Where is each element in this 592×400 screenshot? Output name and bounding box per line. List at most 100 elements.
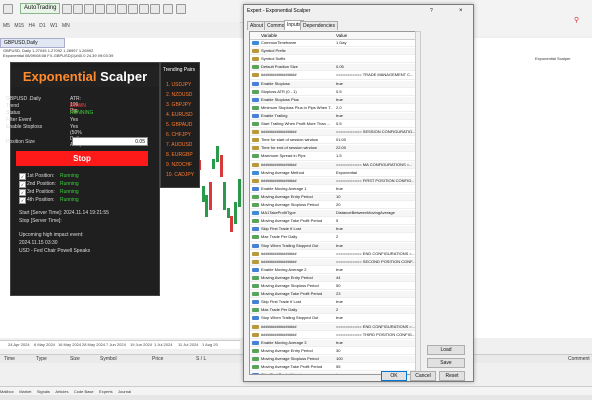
input-row[interactable]: Max Trade Per Daily 2: [250, 234, 420, 242]
param-value[interactable]: 0.5: [336, 121, 418, 127]
zoom-in-icon[interactable]: [95, 4, 105, 14]
param-value[interactable]: =========== END CONFIGURATIONS =...: [336, 251, 418, 257]
input-row[interactable]: Enable Moving Average 1 true: [250, 186, 420, 193]
param-value[interactable]: true: [336, 340, 418, 346]
save-button[interactable]: Save: [427, 358, 465, 368]
help-button[interactable]: ?: [430, 8, 433, 14]
param-value[interactable]: =========== SECOND POSITION CONF...: [336, 259, 418, 265]
tab-signals[interactable]: Signals: [37, 389, 50, 394]
param-value[interactable]: 50: [336, 283, 418, 289]
indicators-icon[interactable]: [150, 4, 160, 14]
param-value[interactable]: true: [336, 299, 418, 305]
grid-icon[interactable]: [117, 4, 127, 14]
param-value[interactable]: DistanceBetweenMovingAverage: [336, 210, 418, 216]
col-time[interactable]: Time: [4, 356, 15, 362]
input-row[interactable]: Enable Stoploss true: [250, 80, 420, 88]
inputs-grid[interactable]: Variable Value CommonTimeframe 1 Day Symbo…: [249, 31, 421, 375]
input-row[interactable]: Default Position Size 0.05: [250, 64, 420, 72]
param-value[interactable]: =========== TRADE MANAGEMENT C...: [336, 72, 418, 78]
input-row[interactable]: Moving Average Stoploss Period 50: [250, 283, 420, 291]
param-value[interactable]: true: [336, 186, 418, 192]
input-row[interactable]: Time for end of session window 22:00: [250, 145, 420, 153]
templates-icon[interactable]: [176, 4, 186, 14]
param-value[interactable]: 30: [336, 348, 418, 354]
input-row[interactable]: Minimum Stoploss Plus in Pips When T... 2…: [250, 105, 420, 112]
zoom-out-icon[interactable]: [106, 4, 116, 14]
chart-window-tab[interactable]: GBPUSD,Daily: [0, 38, 65, 48]
input-row[interactable]: Skip First Trade If Lost true: [250, 226, 420, 234]
param-value[interactable]: =========== SESSION CONFIGURATIO...: [336, 129, 418, 135]
input-row[interactable]: MA1TakeProfitType DistanceBetweenMovingAv…: [250, 210, 420, 218]
tab-dependencies[interactable]: Dependencies: [300, 21, 338, 30]
input-row[interactable]: Moving Average Take Profit Period 5: [250, 218, 420, 226]
input-row[interactable]: ################ =========== FIRST POSITI…: [250, 177, 420, 185]
param-value[interactable]: true: [336, 81, 418, 87]
input-row[interactable]: Moving Average Entry Period 10: [250, 193, 420, 202]
candle-chart-icon[interactable]: [73, 4, 83, 14]
input-row[interactable]: Stoploss ATR (0 - 1) 0.5: [250, 89, 420, 96]
param-value[interactable]: 44: [336, 275, 418, 281]
param-value[interactable]: true: [336, 226, 418, 232]
param-value[interactable]: 5: [336, 218, 418, 224]
input-row[interactable]: ################ =========== TRADE MANAGE…: [250, 72, 420, 80]
col-size[interactable]: Size: [70, 356, 80, 362]
input-row[interactable]: Moving Average Method Exponential: [250, 170, 420, 177]
param-value[interactable]: 1.5: [336, 153, 418, 159]
input-row[interactable]: Moving Average Stoploss Period 20: [250, 202, 420, 210]
new-order-icon[interactable]: [3, 4, 13, 14]
scroll-icon[interactable]: [128, 4, 138, 14]
line-chart-icon[interactable]: [84, 4, 94, 14]
param-value[interactable]: 1 Day: [336, 40, 418, 46]
input-row[interactable]: Max Trade Per Daily 2: [250, 307, 420, 315]
param-value[interactable]: =========== FIRST POSITION CONFIG...: [336, 178, 418, 184]
grid-scrollbar[interactable]: [415, 31, 421, 375]
autotrading-button[interactable]: AutoTrading: [20, 3, 61, 14]
tf-m5[interactable]: M5: [3, 22, 10, 31]
load-button[interactable]: Load: [427, 345, 465, 355]
param-value[interactable]: =========== END CONFIGURATIONS =...: [336, 324, 418, 330]
ok-button[interactable]: OK: [381, 371, 407, 381]
input-row[interactable]: ################ =========== SECOND POSIT…: [250, 258, 420, 266]
param-value[interactable]: 0.5: [336, 89, 418, 95]
input-row[interactable]: ################ =========== END CONFIGUR…: [250, 251, 420, 258]
position-size-input[interactable]: 0.05: [72, 137, 148, 146]
col-symbol[interactable]: Symbol: [100, 356, 117, 362]
tf-m15[interactable]: M15: [14, 22, 24, 31]
param-value[interactable]: 2.0: [336, 105, 418, 111]
input-row[interactable]: Enable Stoploss Plus true: [250, 96, 420, 104]
param-value[interactable]: Exponential: [336, 170, 418, 176]
input-row[interactable]: ################ =========== END CONFIGUR…: [250, 323, 420, 331]
tf-w1[interactable]: W1: [50, 22, 58, 31]
param-value[interactable]: =========== THIRD POSITION CONFIG...: [336, 332, 418, 338]
cancel-button[interactable]: Cancel: [410, 371, 436, 381]
param-value[interactable]: 10: [336, 194, 418, 200]
col-type[interactable]: Type: [36, 356, 47, 362]
tf-mn[interactable]: MN: [62, 22, 70, 31]
input-row[interactable]: Moving Average Stoploss Period 100: [250, 355, 420, 364]
periods-icon[interactable]: [163, 4, 173, 14]
param-value[interactable]: true: [336, 315, 418, 321]
input-row[interactable]: Time for start of session window 01:00: [250, 137, 420, 145]
param-value[interactable]: 55: [336, 364, 418, 370]
param-value[interactable]: true: [336, 243, 418, 249]
param-value[interactable]: true: [336, 97, 418, 103]
input-row[interactable]: Start Trailing When Profit More Than ...…: [250, 121, 420, 129]
bar-chart-icon[interactable]: [62, 4, 72, 14]
close-button[interactable]: ×: [459, 8, 463, 14]
position-3-checkbox[interactable]: ✓: [19, 189, 26, 196]
input-row[interactable]: ################ =========== SESSION CONF…: [250, 129, 420, 137]
reset-button[interactable]: Reset: [439, 371, 465, 381]
param-value[interactable]: true: [336, 113, 418, 119]
input-row[interactable]: Moving Average Entry Period 30: [250, 348, 420, 355]
input-row[interactable]: Skip First Trade If Lost true: [250, 299, 420, 307]
input-row[interactable]: Enable Trailing true: [250, 112, 420, 121]
input-row[interactable]: CommonTimeframe 1 Day: [250, 40, 420, 48]
col-price[interactable]: Price: [152, 356, 163, 362]
param-value[interactable]: true: [336, 267, 418, 273]
position-1-checkbox[interactable]: ✓: [19, 173, 26, 180]
tab-experts[interactable]: Experts: [99, 389, 113, 394]
param-value[interactable]: 01:00: [336, 137, 418, 143]
param-value[interactable]: =========== MA CONFIGURATIONS =...: [336, 162, 418, 168]
input-row[interactable]: Moving Average Take Profit Period 23: [250, 291, 420, 299]
tab-market[interactable]: Market: [19, 389, 31, 394]
